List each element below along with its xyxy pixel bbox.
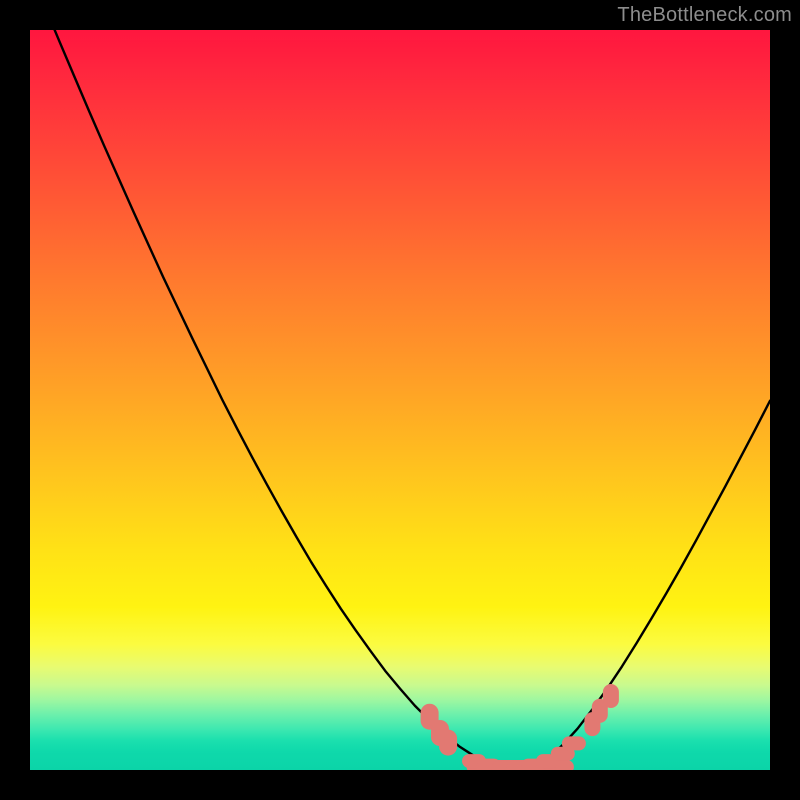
marker-cluster [421,684,619,770]
plot-area [30,30,770,770]
marker-blob [603,684,619,708]
marker-blob [439,730,457,756]
curve-layer [30,30,770,770]
marker-blob [562,736,586,750]
watermark-text: TheBottleneck.com [617,4,792,27]
chart-frame: TheBottleneck.com [0,0,800,800]
bottleneck-curve [30,30,770,770]
